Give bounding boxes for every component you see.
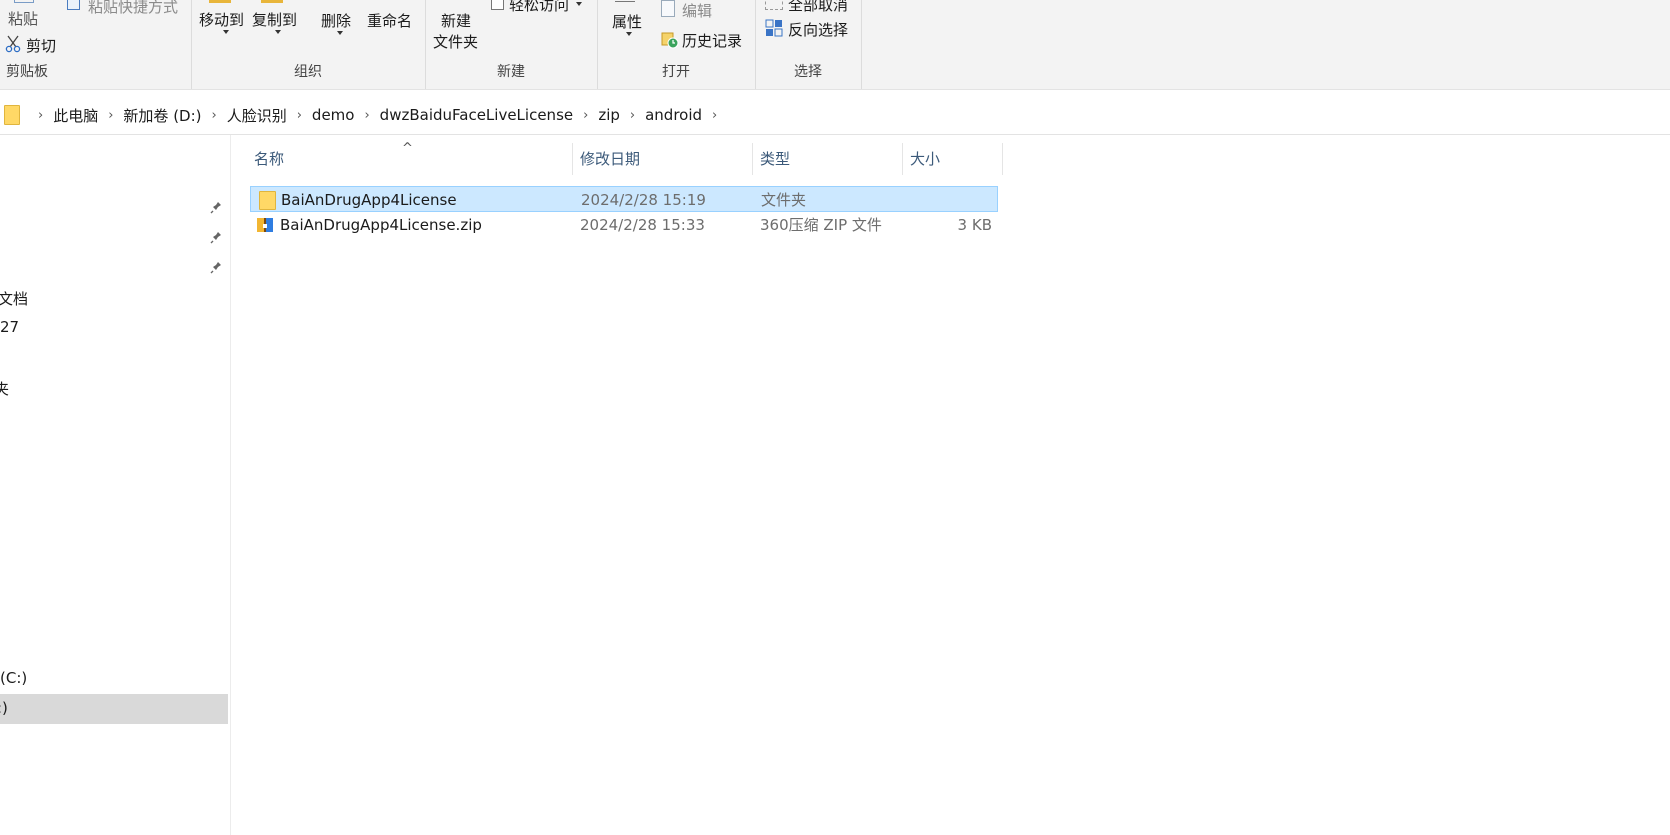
organize-group-label: 组织 <box>294 64 322 80</box>
copy-to-dropdown-caret <box>275 30 281 34</box>
breadcrumb-android[interactable]: android <box>639 106 708 124</box>
column-header-type[interactable]: 类型 <box>753 143 903 175</box>
properties-dropdown-caret <box>626 32 632 36</box>
breadcrumb: › 此电脑 › 新加卷 (D:) › 人脸识别 › demo › dwzBaid… <box>0 96 721 134</box>
delete-dropdown-caret <box>337 31 343 35</box>
ribbon-group-new: 新建 文件夹 轻松访问 新建 <box>425 0 598 89</box>
chevron-right-icon[interactable]: › <box>104 108 117 123</box>
properties-icon <box>615 0 635 2</box>
ribbon-group-clipboard: 粘贴 粘贴快捷方式 剪切 剪贴板 <box>0 0 192 89</box>
chevron-right-icon[interactable]: › <box>34 108 47 123</box>
breadcrumb-dwzbaidufacelivelicense[interactable]: dwzBaiduFaceLiveLicense <box>374 106 579 124</box>
column-header-modified[interactable]: 修改日期 <box>573 143 753 175</box>
folder-icon <box>4 105 20 125</box>
nav-item-27[interactable]: 27 <box>0 318 19 336</box>
table-row[interactable]: BaiAnDrugApp4License 2024/2/28 15:19 文件夹 <box>250 186 998 212</box>
copy-to-icon <box>261 0 283 3</box>
clipboard-group-label: 剪贴板 <box>6 64 48 80</box>
select-group-label: 选择 <box>794 64 822 80</box>
invert-selection-icon <box>765 19 783 37</box>
nav-item-folder[interactable]: 夹 <box>0 378 9 399</box>
history-button[interactable]: 历史记录 <box>682 30 742 51</box>
scissors-icon <box>5 35 21 53</box>
column-header-name[interactable]: 名称 <box>250 143 573 175</box>
file-modified: 2024/2/28 15:19 <box>581 191 706 209</box>
ribbon-group-open: 属性 编辑 历史记录 打开 <box>597 0 756 89</box>
column-header-name-label: 名称 <box>254 150 285 168</box>
chevron-right-icon[interactable]: › <box>708 108 721 123</box>
column-header-size[interactable]: 大小 <box>903 143 1003 175</box>
new-folder-button-line1[interactable]: 新建 <box>441 10 471 31</box>
easy-access-button[interactable]: 轻松访问 <box>509 0 569 15</box>
address-bar[interactable]: › 此电脑 › 新加卷 (D:) › 人脸识别 › demo › dwzBaid… <box>0 96 1670 135</box>
move-to-dropdown-caret <box>223 30 229 34</box>
breadcrumb-zip[interactable]: zip <box>592 106 626 124</box>
paste-button[interactable]: 粘贴 <box>8 8 38 29</box>
folder-icon <box>259 191 276 210</box>
zip-archive-icon <box>256 216 274 234</box>
file-type: 360压缩 ZIP 文件 <box>760 216 882 234</box>
pin-icon <box>210 231 222 245</box>
file-size: 3 KB <box>957 216 992 234</box>
chevron-right-icon[interactable]: › <box>208 108 221 123</box>
chevron-right-icon[interactable]: › <box>360 108 373 123</box>
ribbon-group-select: 全部取消 反向选择 选择 <box>755 0 862 89</box>
breadcrumb-this-pc[interactable]: 此电脑 <box>47 105 104 126</box>
file-name: BaiAnDrugApp4License.zip <box>280 216 482 234</box>
delete-button[interactable]: 删除 <box>321 10 351 31</box>
pin-icon <box>210 261 222 275</box>
rename-button[interactable]: 重命名 <box>367 10 412 31</box>
edit-button[interactable]: 编辑 <box>682 0 712 21</box>
nav-item-selected-bg <box>0 694 228 724</box>
column-header-modified-label: 修改日期 <box>580 150 641 168</box>
navigation-pane[interactable]: 文档 27 夹 (C:) :) <box>0 135 231 835</box>
nav-item-drive-c[interactable]: (C:) <box>0 669 27 687</box>
file-type: 文件夹 <box>761 191 807 209</box>
nav-item-documents[interactable]: 文档 <box>0 288 28 309</box>
pin-icon <box>210 201 222 215</box>
new-folder-button-line2[interactable]: 文件夹 <box>433 31 478 52</box>
easy-access-dropdown-caret <box>576 2 582 6</box>
open-group-label: 打开 <box>662 64 690 80</box>
move-to-button[interactable]: 移动到 <box>199 9 244 30</box>
move-to-icon <box>209 0 231 3</box>
file-name: BaiAnDrugApp4License <box>281 191 457 209</box>
ribbon: 粘贴 粘贴快捷方式 剪切 剪贴板 移动到 复制到 删除 重命名 组织 新建 文件… <box>0 0 1670 90</box>
chevron-right-icon[interactable]: › <box>579 108 592 123</box>
paste-shortcut-icon <box>67 0 80 10</box>
properties-button[interactable]: 属性 <box>612 11 642 32</box>
column-header-size-label: 大小 <box>910 150 941 168</box>
file-size <box>911 187 993 213</box>
edit-icon <box>661 0 675 17</box>
easy-access-icon <box>491 0 504 10</box>
cut-button[interactable]: 剪切 <box>26 35 56 56</box>
table-row[interactable]: BaiAnDrugApp4License.zip 2024/2/28 15:33… <box>250 212 998 238</box>
paste-shortcut-button[interactable]: 粘贴快捷方式 <box>88 0 178 17</box>
ribbon-group-organize: 移动到 复制到 删除 重命名 组织 <box>191 0 426 89</box>
chevron-right-icon[interactable]: › <box>626 108 639 123</box>
history-icon <box>661 31 679 49</box>
nav-item-drive-d[interactable]: :) <box>0 699 8 717</box>
breadcrumb-face-recognition[interactable]: 人脸识别 <box>221 105 293 126</box>
new-group-label: 新建 <box>497 64 525 80</box>
invert-selection-button[interactable]: 反向选择 <box>788 19 848 40</box>
select-none-button[interactable]: 全部取消 <box>788 0 848 15</box>
select-none-icon <box>765 0 783 10</box>
copy-to-button[interactable]: 复制到 <box>252 9 297 30</box>
chevron-right-icon[interactable]: › <box>293 108 306 123</box>
breadcrumb-drive-d[interactable]: 新加卷 (D:) <box>117 105 207 126</box>
file-modified: 2024/2/28 15:33 <box>580 216 705 234</box>
breadcrumb-demo[interactable]: demo <box>306 106 361 124</box>
column-header-type-label: 类型 <box>760 150 791 168</box>
paste-icon <box>14 0 34 3</box>
